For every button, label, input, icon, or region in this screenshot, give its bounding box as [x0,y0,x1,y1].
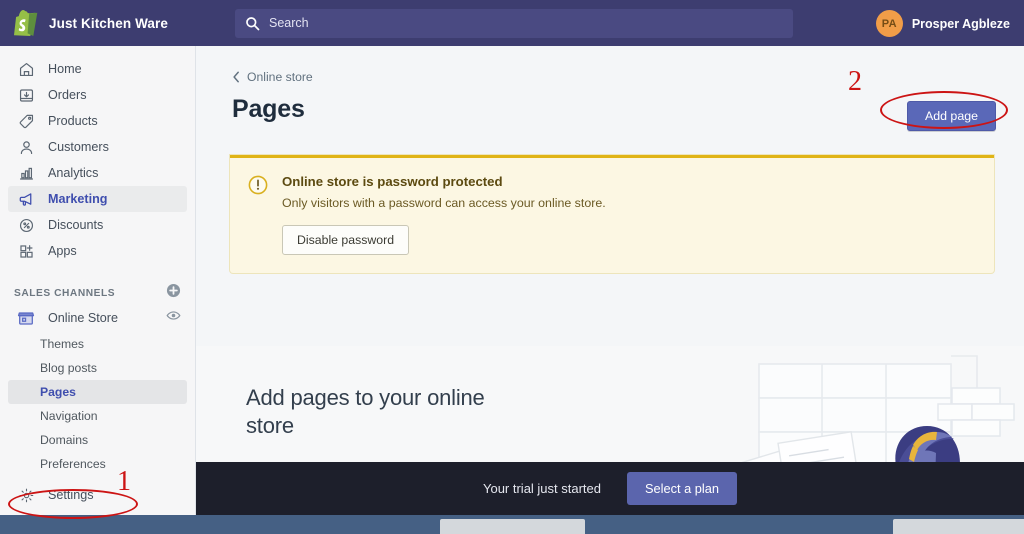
storefront-icon [16,308,36,328]
sidebar-item-label: Orders [48,88,87,102]
sales-channels-title: SALES CHANNELS [14,287,116,299]
sidebar-item-label: Home [48,62,82,76]
sidebar-item-label: Products [48,114,98,128]
sidebar-subitem-preferences[interactable]: Preferences [8,452,187,476]
circle-plus-icon[interactable] [166,283,181,303]
online-store-subnav: Themes Blog posts Pages Navigation Domai… [0,332,195,476]
password-protected-banner: Online store is password protected Only … [230,155,994,273]
person-icon [16,137,36,157]
sidebar-item-online-store[interactable]: Online Store [0,304,195,332]
sidebar-subitem-label: Themes [40,337,85,351]
sidebar-item-discounts[interactable]: Discounts [8,212,187,238]
search-placeholder: Search [269,16,309,30]
brand-area[interactable]: Just Kitchen Ware [0,10,196,36]
search-icon [245,16,260,31]
breadcrumb[interactable]: Online store [232,70,313,84]
sidebar-item-orders[interactable]: Orders [8,82,187,108]
sidebar-subitem-domains[interactable]: Domains [8,428,187,452]
avatar: PA [875,10,903,37]
sidebar-item-label: Analytics [48,166,99,180]
sidebar-item-marketing[interactable]: Marketing [8,186,187,212]
bar-chart-icon [16,163,36,183]
disable-password-button[interactable]: Disable password [282,225,410,255]
user-menu[interactable]: PA Prosper Agbleze [870,8,1016,39]
sidebar-subitem-label: Domains [40,433,89,447]
top-bar: Just Kitchen Ware Search PA Prosper Agbl… [0,0,1024,46]
sales-channels-header: SALES CHANNELS [0,282,195,304]
sidebar-subitem-label: Preferences [40,457,106,471]
sidebar-subitem-navigation[interactable]: Navigation [8,404,187,428]
home-icon [16,59,36,79]
page-title: Pages [232,95,305,123]
taskbar-window-item[interactable] [440,519,585,534]
sidebar-item-home[interactable]: Home [8,56,187,82]
sidebar-subitem-pages[interactable]: Pages [8,380,187,404]
discount-badge-icon [16,215,36,235]
trial-message: Your trial just started [482,481,602,496]
annotation-ellipse-add-page [880,91,1008,129]
sidebar-item-products[interactable]: Products [8,108,187,134]
sidebar-item-label: Apps [48,244,77,258]
sidebar-item-label: Discounts [48,218,104,232]
sidebar-subitem-label: Navigation [40,409,98,423]
empty-state-title: Add pages to your online store [246,385,485,439]
sidebar-item-customers[interactable]: Customers [8,134,187,160]
sidebar-item-label: Online Store [48,311,119,325]
sidebar-subitem-label: Pages [40,385,76,399]
os-taskbar [0,515,1024,534]
sidebar-item-apps[interactable]: Apps [8,238,187,264]
sidebar-subitem-label: Blog posts [40,361,97,375]
chevron-left-icon [232,71,241,83]
banner-title: Online store is password protected [282,174,503,189]
sidebar-item-label: Marketing [48,192,108,206]
search-area: Search [235,8,793,38]
eye-icon[interactable] [166,308,181,328]
sidebar-subitem-themes[interactable]: Themes [8,332,187,356]
shopify-bag-icon [14,10,38,36]
orders-inbox-icon [16,85,36,105]
banner-body: Online store is password protected Only … [282,174,606,255]
breadcrumb-label: Online store [247,70,313,84]
annotation-number-1: 1 [117,466,131,497]
tag-icon [16,111,36,131]
primary-nav: Home Orders Products Customers Analytics… [0,46,195,264]
select-a-plan-button[interactable]: Select a plan [627,472,738,505]
trial-bar: Your trial just started Select a plan [196,462,1024,515]
apps-grid-icon [16,241,36,261]
sidebar-item-label: Customers [48,140,109,154]
alert-circle-icon [248,175,268,255]
shopify-admin-window: Just Kitchen Ware Search PA Prosper Agbl… [0,0,1024,534]
banner-subtitle: Only visitors with a password can access… [282,196,606,210]
annotation-number-2: 2 [848,66,862,97]
search-input[interactable]: Search [235,8,793,38]
megaphone-icon [16,189,36,209]
sidebar-subitem-blog-posts[interactable]: Blog posts [8,356,187,380]
taskbar-window-item[interactable] [893,519,1024,534]
store-name: Just Kitchen Ware [49,15,168,31]
user-name: Prosper Agbleze [911,16,1010,31]
sidebar: Home Orders Products Customers Analytics… [0,46,196,534]
sidebar-item-analytics[interactable]: Analytics [8,160,187,186]
